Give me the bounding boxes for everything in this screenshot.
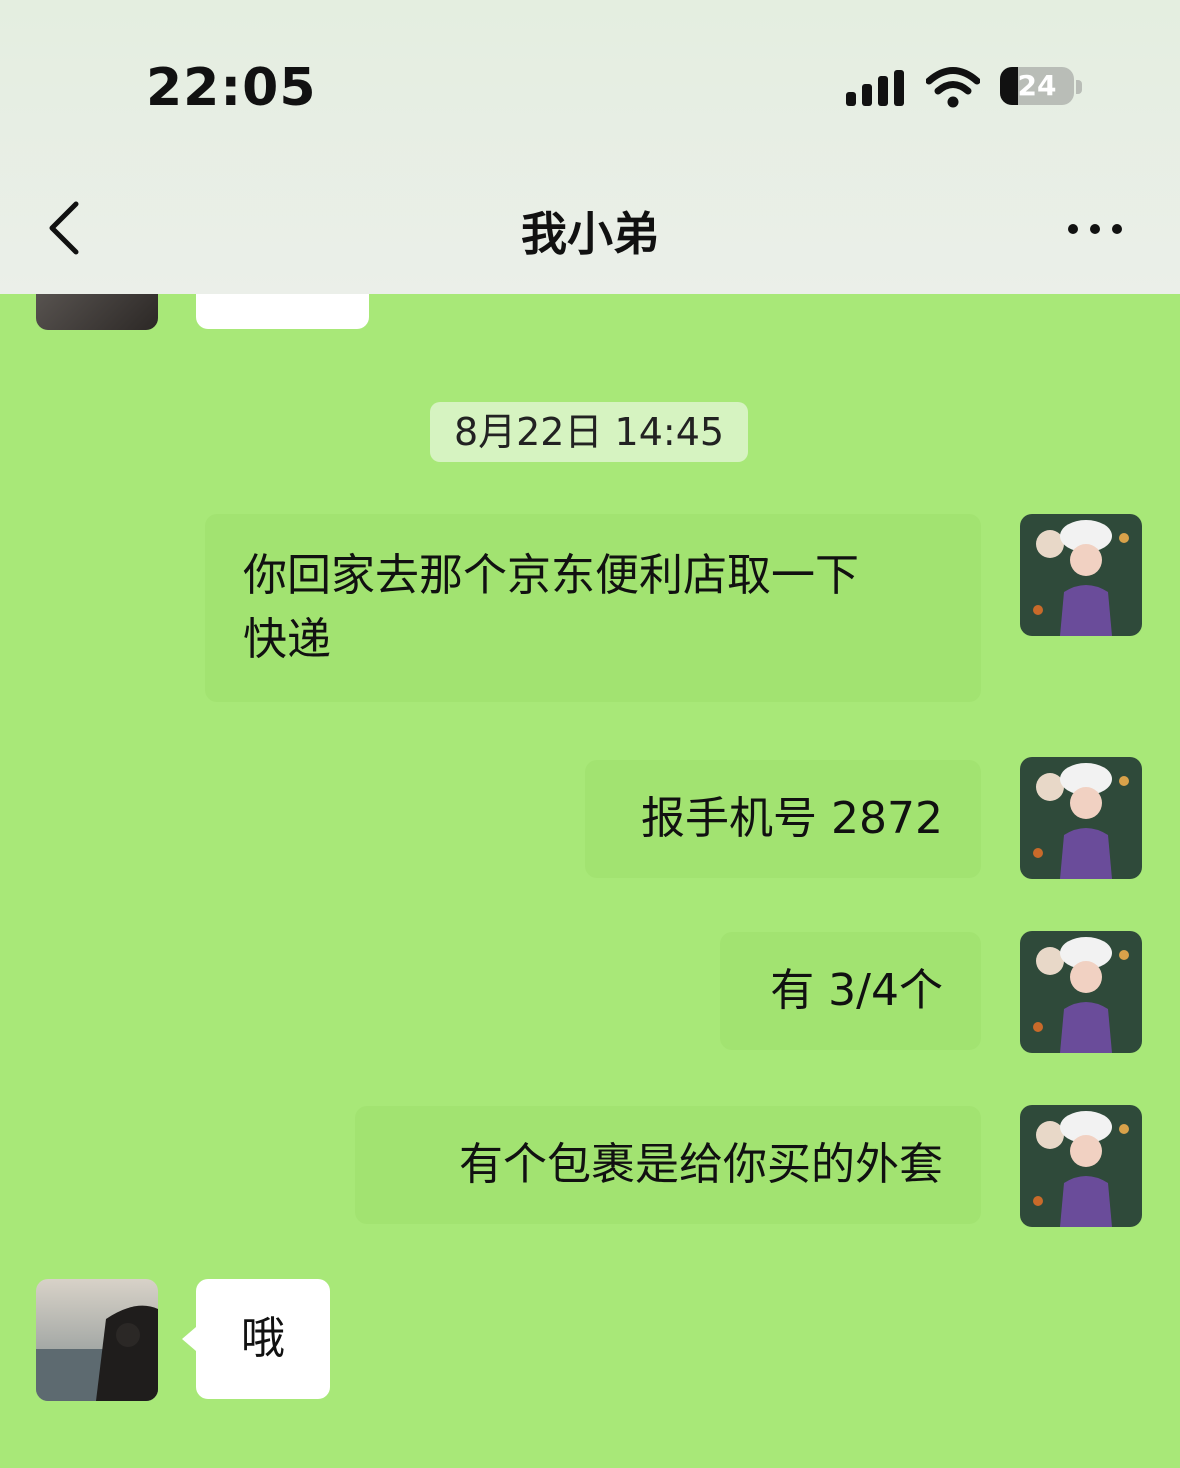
sent-bubble[interactable]: 有个包裹是给你买的外套: [355, 1106, 981, 1224]
message-line: 你回家去那个京东便利店取一下: [243, 550, 859, 601]
chat-title: 我小弟: [521, 207, 659, 261]
my-avatar[interactable]: [1020, 1105, 1142, 1227]
contact-avatar[interactable]: [36, 1279, 158, 1401]
message-text: 哦: [241, 1313, 285, 1364]
received-bubble[interactable]: 哦: [196, 1279, 330, 1399]
avatar-image: [36, 1279, 158, 1401]
more-dots-icon: [1068, 224, 1078, 234]
top-bar: 22:05 24 我小弟: [0, 0, 1180, 294]
avatar-image: [1020, 757, 1142, 879]
avatar-image: [1020, 514, 1142, 636]
sent-bubble[interactable]: 报手机号 2872: [585, 760, 981, 878]
my-avatar[interactable]: [1020, 757, 1142, 879]
avatar-image: [1020, 1105, 1142, 1227]
more-button[interactable]: [1060, 208, 1132, 248]
battery-icon: 24: [1000, 67, 1074, 105]
message-text: 有个包裹是给你买的外套: [459, 1139, 943, 1190]
sent-bubble[interactable]: 你回家去那个京东便利店取一下 快递: [205, 514, 981, 702]
my-avatar[interactable]: [1020, 931, 1142, 1053]
sent-bubble[interactable]: 有 3/4个: [720, 932, 981, 1050]
battery-tip: [1076, 80, 1082, 94]
wifi-icon: [926, 67, 980, 108]
my-avatar[interactable]: [1020, 514, 1142, 636]
signal-icon: [846, 70, 906, 106]
message-line: 快递: [243, 614, 331, 665]
bubble-tail: [182, 1327, 196, 1351]
message-text: 报手机号 2872: [641, 793, 943, 844]
message-text: 有 3/4个: [770, 965, 943, 1016]
battery-level: 24: [1017, 69, 1057, 102]
avatar-image: [1020, 931, 1142, 1053]
status-time: 22:05: [146, 58, 317, 118]
chat-timestamp: 8月22日 14:45: [430, 402, 748, 462]
